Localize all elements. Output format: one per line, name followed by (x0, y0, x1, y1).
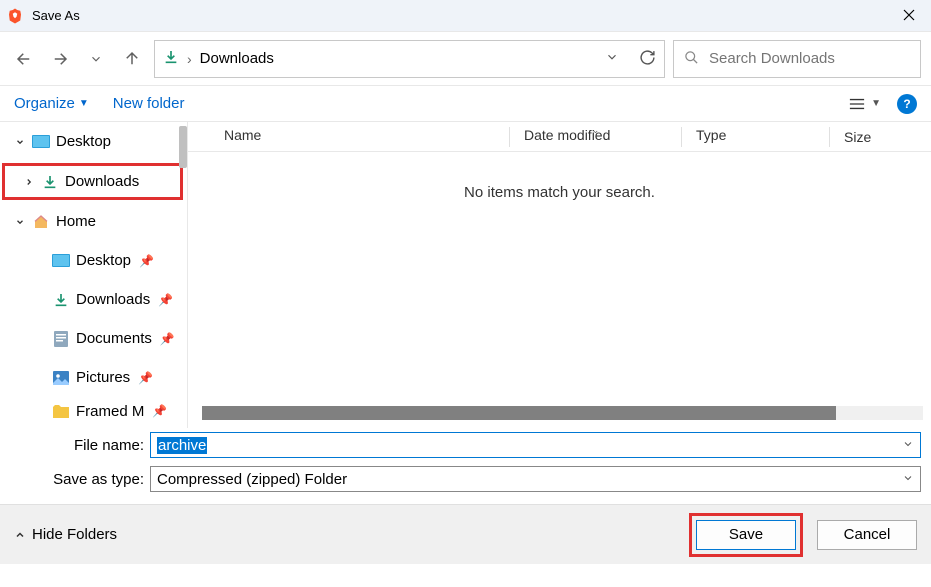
pin-icon: 📌 (152, 404, 167, 418)
save-button-highlight: Save (689, 513, 803, 557)
column-type[interactable]: Type (682, 127, 830, 147)
horizontal-scrollbar[interactable] (202, 406, 923, 420)
folder-tree: Desktop Downloads Home Desktop 📌 Downloa… (0, 122, 188, 428)
filename-input[interactable]: archive (150, 432, 921, 458)
savetype-label: Save as type: (0, 471, 150, 488)
savetype-select[interactable]: Compressed (zipped) Folder (150, 466, 921, 492)
downloads-icon (41, 174, 59, 190)
tree-item-home[interactable]: Home (0, 202, 187, 241)
cancel-button[interactable]: Cancel (817, 520, 917, 550)
window-title: Save As (32, 8, 893, 23)
column-name[interactable]: Name (188, 127, 510, 147)
organize-menu[interactable]: Organize ▼ (14, 95, 89, 112)
hide-folders-toggle[interactable]: Hide Folders (14, 526, 117, 543)
save-button[interactable]: Save (696, 520, 796, 550)
pictures-icon (52, 370, 70, 386)
view-menu[interactable]: ▼ (849, 97, 881, 111)
tree-item-home-pictures[interactable]: Pictures 📌 (0, 358, 187, 397)
tree-item-home-documents[interactable]: Documents 📌 (0, 319, 187, 358)
chevron-down-icon[interactable] (14, 137, 26, 147)
search-icon (684, 50, 699, 68)
filename-value: archive (157, 437, 207, 454)
chevron-down-icon[interactable] (14, 217, 26, 227)
close-button[interactable] (893, 8, 925, 24)
savetype-dropdown-icon[interactable] (902, 471, 914, 488)
desktop-icon (32, 134, 50, 150)
filename-label: File name: (0, 437, 150, 454)
brave-app-icon (6, 7, 24, 25)
recent-dropdown[interactable] (82, 45, 110, 73)
pin-icon: 📌 (139, 254, 154, 268)
downloads-icon (52, 292, 70, 308)
sort-indicator-icon: ⌄ (592, 125, 600, 136)
help-button[interactable]: ? (897, 94, 917, 114)
column-date[interactable]: ⌄ Date modified (510, 127, 682, 147)
forward-button[interactable] (46, 45, 74, 73)
tree-item-home-downloads[interactable]: Downloads 📌 (0, 280, 187, 319)
tree-item-desktop[interactable]: Desktop (0, 122, 187, 161)
empty-message: No items match your search. (188, 184, 931, 201)
breadcrumb-current[interactable]: Downloads (200, 50, 274, 67)
address-dropdown[interactable] (605, 50, 619, 67)
pin-icon: 📌 (138, 371, 153, 385)
refresh-button[interactable] (639, 49, 656, 69)
chevron-right-icon[interactable] (23, 177, 35, 187)
tree-item-home-framed[interactable]: Framed M 📌 (0, 397, 187, 425)
downloads-icon (163, 49, 179, 68)
documents-icon (52, 331, 70, 347)
tree-item-downloads[interactable]: Downloads (2, 163, 183, 200)
address-bar[interactable]: › Downloads (154, 40, 665, 78)
home-icon (32, 214, 50, 230)
column-size[interactable]: Size (830, 129, 931, 145)
back-button[interactable] (10, 45, 38, 73)
new-folder-button[interactable]: New folder (113, 95, 185, 112)
search-box[interactable] (673, 40, 921, 78)
tree-item-home-desktop[interactable]: Desktop 📌 (0, 241, 187, 280)
pin-icon: 📌 (158, 293, 173, 307)
search-input[interactable] (709, 50, 910, 67)
column-headers: Name ⌄ Date modified Type Size (188, 122, 931, 152)
desktop-icon (52, 253, 70, 269)
up-button[interactable] (118, 45, 146, 73)
sidebar-scrollbar[interactable] (179, 126, 187, 168)
folder-icon (52, 403, 70, 419)
filename-dropdown-icon[interactable] (902, 437, 914, 454)
pin-icon: 📌 (160, 332, 175, 346)
breadcrumb-sep: › (187, 51, 192, 67)
savetype-value: Compressed (zipped) Folder (157, 471, 347, 488)
